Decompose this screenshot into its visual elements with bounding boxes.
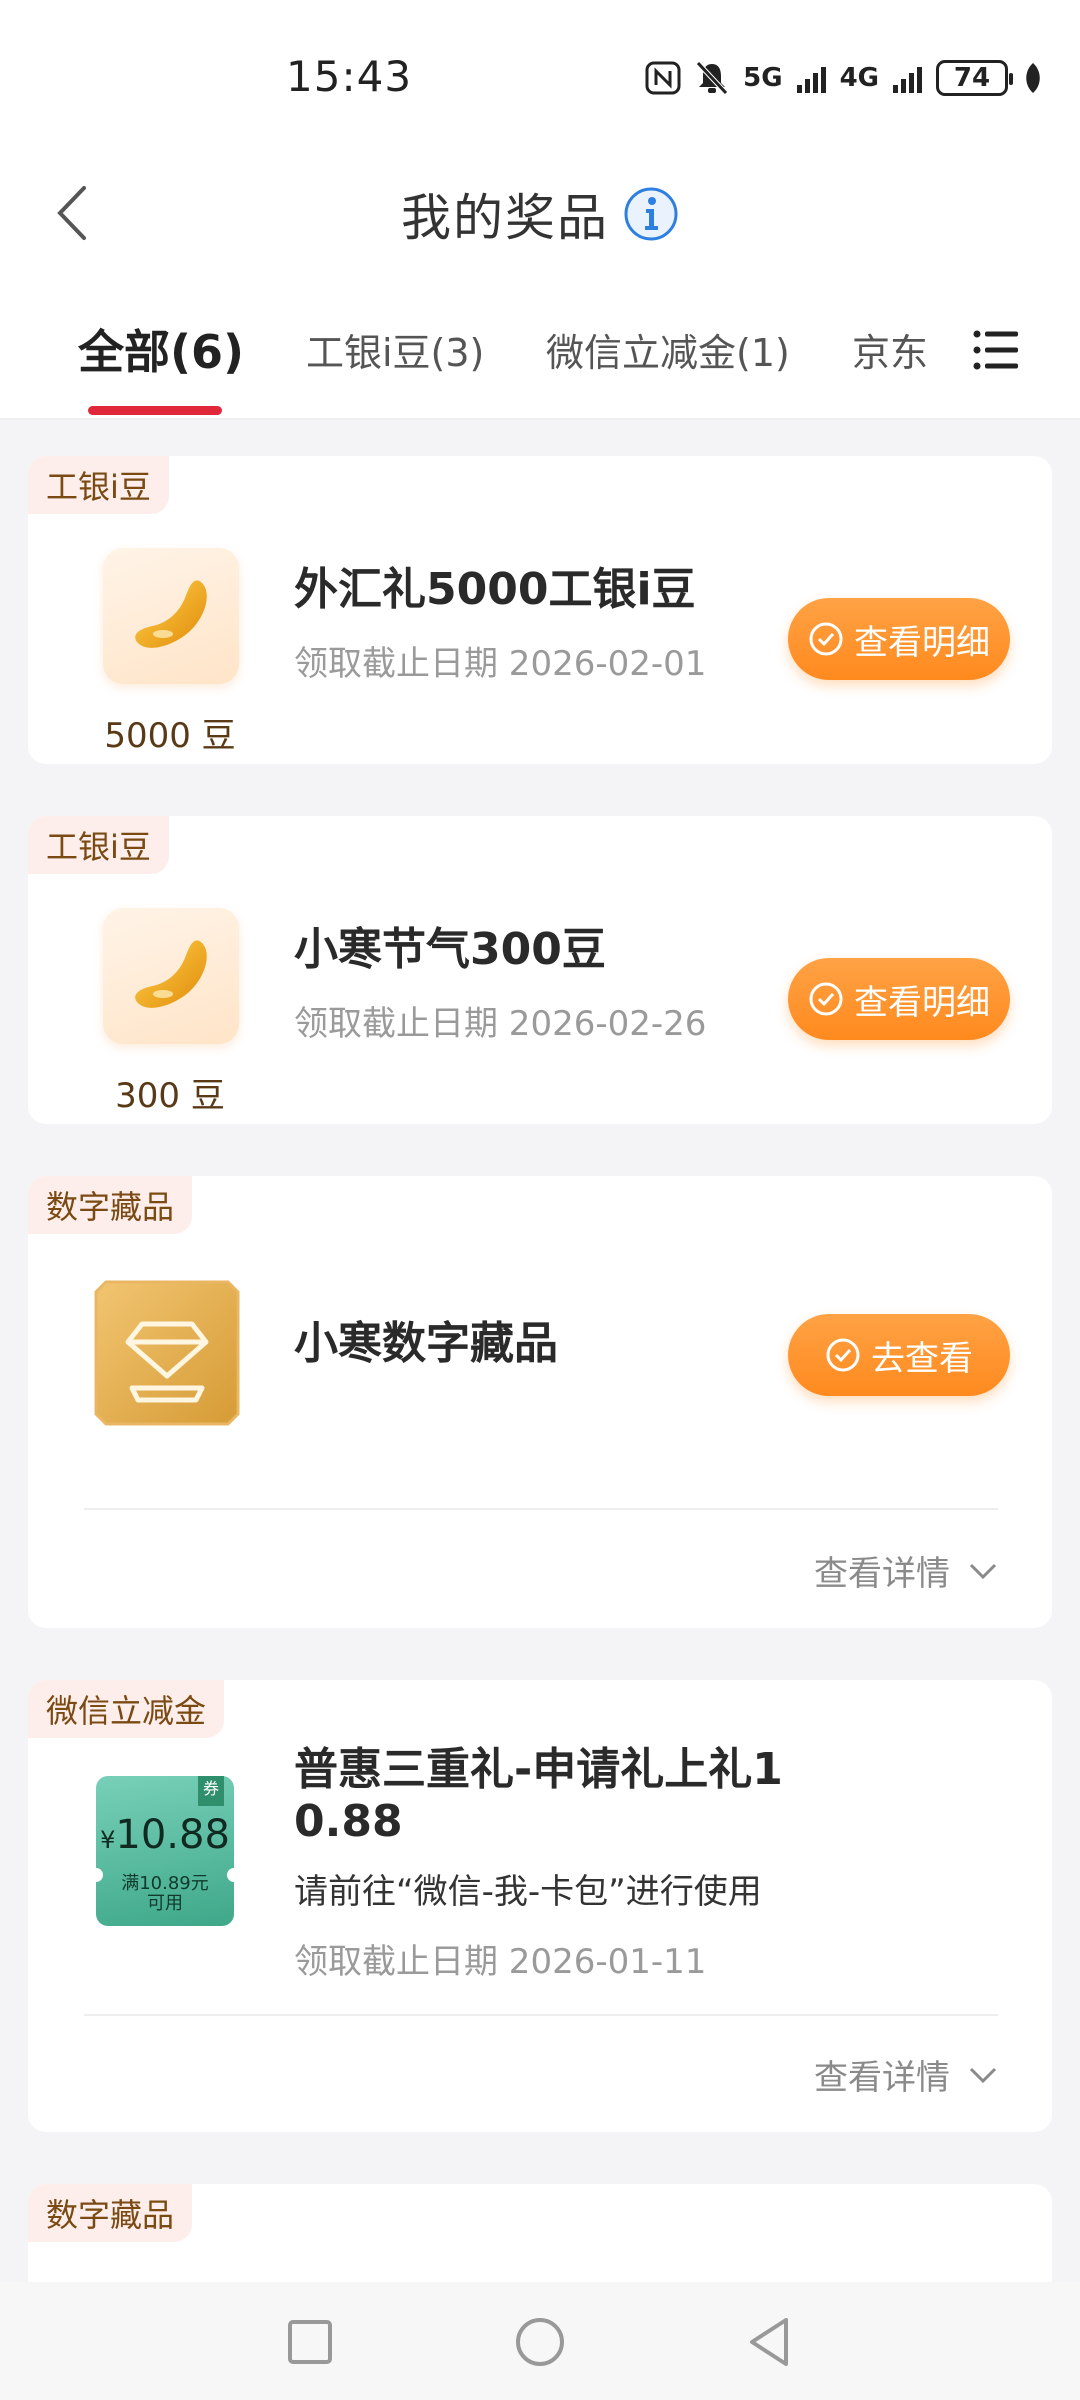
tab-bar: 全部(6) 工银i豆(3) 微信立减金(1) 京东 xyxy=(0,280,1080,420)
prize-tag: 微信立减金 xyxy=(28,1680,225,1738)
check-circle-icon xyxy=(809,622,843,656)
usage-note: 请前往“微信-我-卡包”进行使用 xyxy=(294,1872,762,1912)
prize-tag: 工银i豆 xyxy=(28,456,169,514)
prize-title-line1: 普惠三重礼-申请礼上礼1 xyxy=(294,1744,783,1795)
tab-jd[interactable]: 京东 xyxy=(852,322,928,377)
view-more-details-link[interactable]: 查看详情 xyxy=(814,2050,998,2099)
back-icon[interactable] xyxy=(740,2312,800,2372)
coupon-condition-line2: 可用 xyxy=(147,1893,183,1914)
tab-wechat-coupon[interactable]: 微信立减金(1) xyxy=(546,322,790,377)
prize-card: 微信立减金 券 ¥10.88 满10.89元 可用 普惠三重礼-申请礼上礼1 0… xyxy=(28,1680,1052,2132)
prize-tag: 工银i豆 xyxy=(28,816,169,874)
system-nav-bar xyxy=(0,2282,1080,2400)
leaf-icon xyxy=(1026,63,1040,93)
page-title-row: 我的奖品 xyxy=(0,178,1080,250)
details-label: 查看详情 xyxy=(814,1554,950,1594)
prize-tag: 数字藏品 xyxy=(28,2184,193,2242)
bean-thumbnail xyxy=(103,908,239,1044)
status-time: 15:43 xyxy=(286,52,413,101)
view-details-button[interactable]: 查看明细 xyxy=(788,598,1010,680)
coupon-condition: 满10.89元 可用 xyxy=(96,1874,234,1914)
bean-amount: 300 豆 xyxy=(115,1076,225,1116)
details-label: 查看详情 xyxy=(814,2058,950,2098)
status-bar: 15:43 5G 4G 74 xyxy=(0,0,1080,150)
prize-card: 数字藏品 小寒数字藏品 去查看 查看详情 xyxy=(28,1176,1052,1628)
divider xyxy=(84,1508,998,1510)
coupon-amount: ¥10.88 xyxy=(96,1812,234,1858)
button-label: 查看明细 xyxy=(854,622,990,663)
prize-card: 工银i豆 300 豆 小寒节气300豆 领取截止日期 2026-02-26 查看… xyxy=(28,816,1052,1124)
home-icon[interactable] xyxy=(510,2312,570,2372)
go-view-button[interactable]: 去查看 xyxy=(788,1314,1010,1396)
prize-title: 小寒数字藏品 xyxy=(294,1318,558,1369)
button-label: 查看明细 xyxy=(854,982,990,1023)
check-circle-icon xyxy=(809,982,843,1016)
view-details-button[interactable]: 查看明细 xyxy=(788,958,1010,1040)
coupon-thumbnail: 券 ¥10.88 满10.89元 可用 xyxy=(89,1776,241,1926)
chevron-down-icon xyxy=(969,2067,997,2083)
bean-thumbnail xyxy=(103,548,239,684)
bean-icon xyxy=(135,940,207,1008)
status-icons: 5G 4G 74 xyxy=(645,56,1044,100)
check-circle-icon xyxy=(826,1338,860,1372)
bean-icon xyxy=(135,580,207,648)
info-icon[interactable] xyxy=(623,186,679,242)
coupon-value: 10.88 xyxy=(115,1812,230,1858)
signal-5g-label: 5G xyxy=(743,63,783,93)
prize-deadline: 领取截止日期 2026-01-11 xyxy=(294,1942,707,1982)
prize-card: 数字藏品 xyxy=(28,2184,1052,2282)
coupon-condition-line1: 满10.89元 xyxy=(121,1873,209,1894)
coupon-ribbon: 券 xyxy=(198,1776,224,1806)
page-title: 我的奖品 xyxy=(401,189,609,247)
tab-all[interactable]: 全部(6) xyxy=(78,316,244,382)
signal-4g-icon xyxy=(893,63,922,93)
prize-tag: 数字藏品 xyxy=(28,1176,193,1234)
prize-title: 普惠三重礼-申请礼上礼1 0.88 xyxy=(294,1744,814,1848)
battery-icon: 74 xyxy=(936,60,1013,96)
signal-4g-label: 4G xyxy=(839,63,879,93)
recent-apps-icon[interactable] xyxy=(280,2312,340,2372)
bean-amount: 5000 豆 xyxy=(104,716,236,756)
mute-icon xyxy=(696,61,728,95)
nfc-icon xyxy=(645,61,681,95)
tab-underline xyxy=(88,406,222,415)
prize-card: 工银i豆 5000 豆 外汇礼5000工银i豆 领取截止日期 2026-02-0… xyxy=(28,456,1052,764)
prize-title: 外汇礼5000工银i豆 xyxy=(294,564,696,615)
prize-title-line2: 0.88 xyxy=(294,1796,403,1847)
view-more-details-link[interactable]: 查看详情 xyxy=(814,1546,998,1595)
prize-deadline: 领取截止日期 2026-02-01 xyxy=(294,644,707,684)
button-label: 去查看 xyxy=(871,1338,973,1379)
chevron-down-icon xyxy=(969,1563,997,1579)
prize-title: 小寒节气300豆 xyxy=(294,924,606,975)
header: 我的奖品 xyxy=(0,150,1080,280)
signal-5g-icon xyxy=(796,63,826,93)
coupon-currency: ¥ xyxy=(100,1826,116,1854)
tab-icbc-beans[interactable]: 工银i豆(3) xyxy=(306,322,484,377)
list-menu-icon[interactable] xyxy=(972,326,1020,374)
prize-deadline: 领取截止日期 2026-02-26 xyxy=(294,1004,707,1044)
digital-collectible-thumbnail xyxy=(94,1280,240,1426)
divider xyxy=(84,2014,998,2016)
coupon-notch xyxy=(89,1868,103,1882)
coupon-notch xyxy=(227,1868,241,1882)
